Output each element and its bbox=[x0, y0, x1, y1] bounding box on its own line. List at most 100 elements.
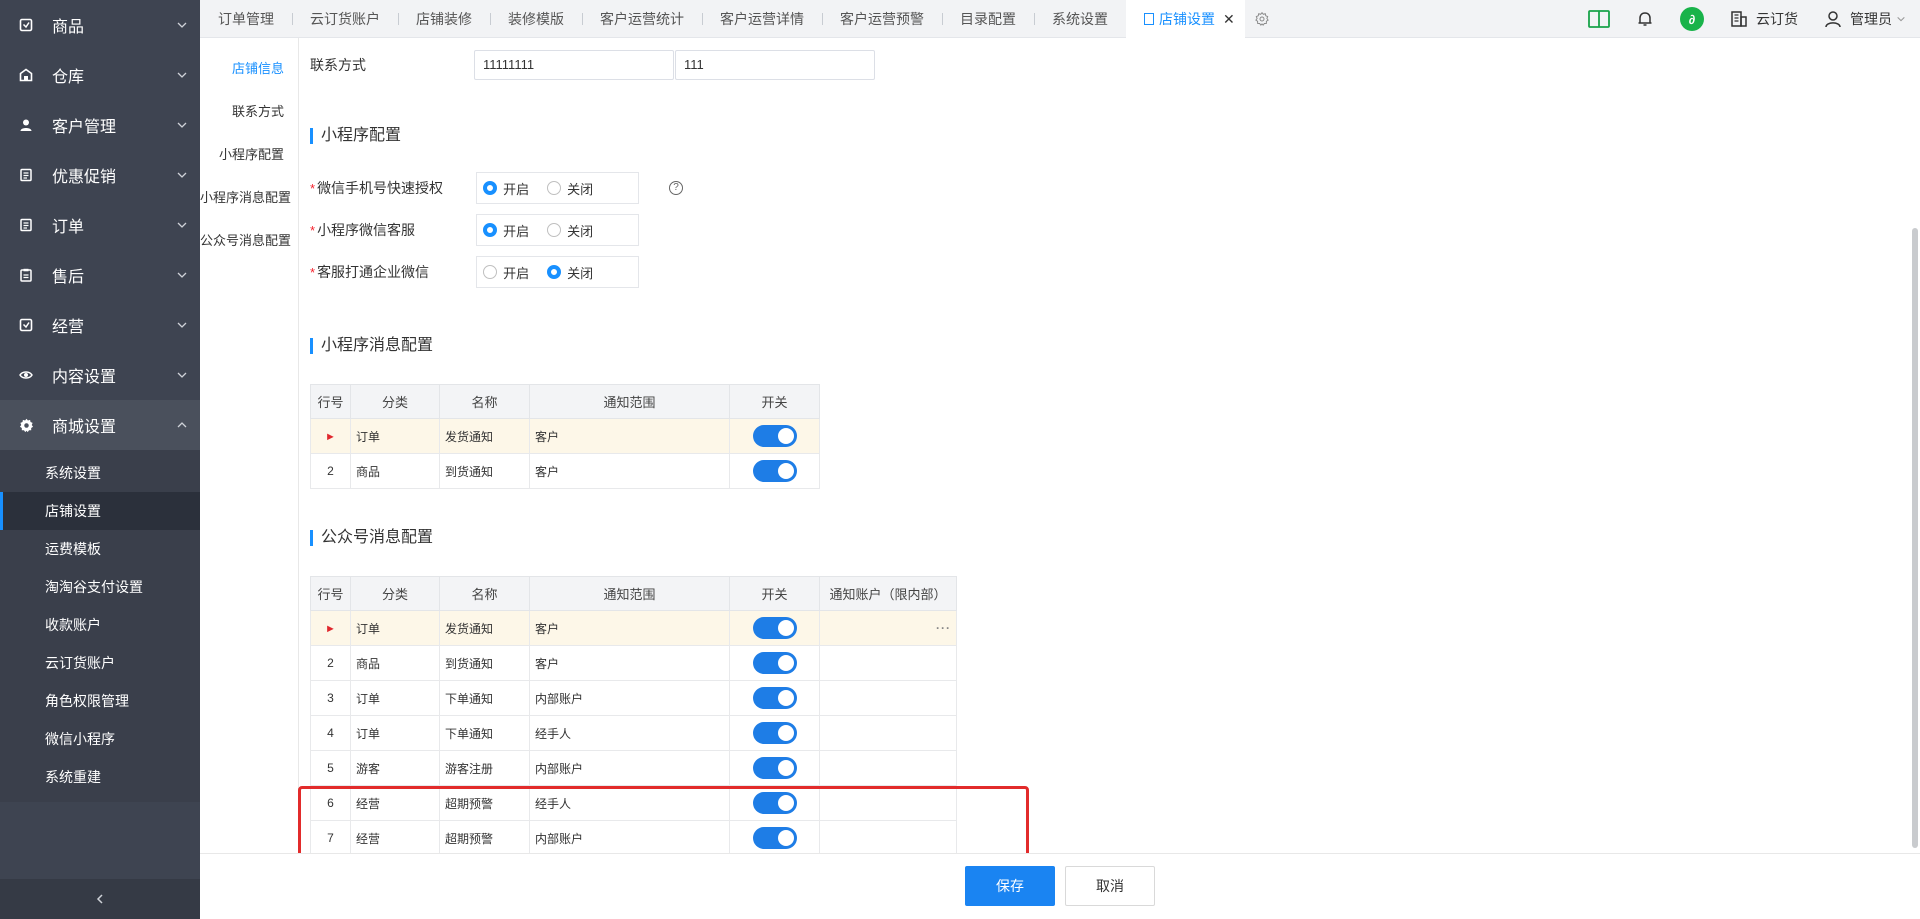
company-switch[interactable]: 云订货 bbox=[1730, 9, 1798, 29]
user-menu[interactable]: 管理员 bbox=[1824, 9, 1906, 29]
radio-off[interactable]: 关闭 bbox=[547, 263, 593, 282]
toggle-switch[interactable] bbox=[752, 687, 797, 709]
tab-system-settings[interactable]: 系统设置 bbox=[1034, 0, 1126, 38]
tab-customer-details[interactable]: 客户运营详情 bbox=[702, 0, 822, 38]
toggle-switch[interactable] bbox=[752, 757, 797, 779]
submenu-item-payment-settings[interactable]: 淘淘谷支付设置 bbox=[0, 568, 200, 606]
building-icon bbox=[1731, 11, 1747, 27]
row-number-cell: ► bbox=[310, 418, 351, 454]
menu-mall-settings[interactable]: 商城设置 bbox=[0, 400, 200, 450]
submenu-item-receiving-account[interactable]: 收款账户 bbox=[0, 606, 200, 644]
submenu-item-cloud-account[interactable]: 云订货账户 bbox=[0, 644, 200, 682]
category-cell: 游客 bbox=[350, 750, 440, 786]
tab-settings-gear-icon[interactable] bbox=[1245, 0, 1279, 38]
miniapp-button[interactable]: ∂ bbox=[1680, 7, 1704, 31]
toggle-switch[interactable] bbox=[752, 425, 797, 447]
table-row[interactable]: 6 经营 超期预警 经手人 bbox=[310, 785, 957, 821]
more-icon[interactable]: ··· bbox=[936, 621, 951, 635]
tab-store-settings[interactable]: 店铺设置 ✕ bbox=[1126, 0, 1245, 38]
menu-orders[interactable]: 订单 bbox=[0, 200, 200, 250]
account-cell[interactable] bbox=[819, 645, 957, 681]
menu-aftersale[interactable]: 售后 bbox=[0, 250, 200, 300]
help-icon[interactable]: ? bbox=[669, 181, 684, 195]
table-row[interactable]: 2 商品 到货通知 客户 bbox=[310, 453, 820, 489]
radio-on[interactable]: 开启 bbox=[483, 179, 529, 198]
menu-warehouse[interactable]: 仓库 bbox=[0, 50, 200, 100]
vertical-scrollbar[interactable] bbox=[1910, 38, 1918, 853]
contact-row: 联系方式 11111111 111 bbox=[310, 50, 875, 80]
tab-decoration-template[interactable]: 装修模版 bbox=[490, 0, 582, 38]
chevron-down-icon bbox=[177, 272, 187, 278]
table-row[interactable]: 7 经营 超期预警 内部账户 bbox=[310, 820, 957, 853]
radio-off[interactable]: 关闭 bbox=[547, 179, 593, 198]
anchor-contact[interactable]: 联系方式 bbox=[200, 103, 298, 146]
radio-on[interactable]: 开启 bbox=[483, 221, 529, 240]
switch-cell bbox=[729, 715, 820, 751]
sidebar-collapse-button[interactable] bbox=[0, 879, 200, 919]
tab-store-decoration[interactable]: 店铺装修 bbox=[398, 0, 490, 38]
submenu-item-system-settings[interactable]: 系统设置 bbox=[0, 454, 200, 492]
table-row[interactable]: 3 订单 下单通知 内部账户 bbox=[310, 680, 957, 716]
table-row[interactable]: 5 游客 游客注册 内部账户 bbox=[310, 750, 957, 786]
table-row[interactable]: 4 订单 下单通知 经手人 bbox=[310, 715, 957, 751]
switch-cell bbox=[729, 453, 820, 489]
cancel-button[interactable]: 取消 bbox=[1065, 866, 1155, 906]
current-row-marker: ► bbox=[325, 431, 336, 443]
toggle-switch[interactable] bbox=[752, 827, 797, 849]
save-button[interactable]: 保存 bbox=[965, 866, 1055, 906]
table-row[interactable]: 2 商品 到货通知 客户 bbox=[310, 645, 957, 681]
row-number-cell: 5 bbox=[310, 750, 351, 786]
toggle-switch[interactable] bbox=[752, 617, 797, 639]
help-book-button[interactable] bbox=[1588, 9, 1610, 29]
account-cell[interactable] bbox=[819, 785, 957, 821]
tab-customer-warning[interactable]: 客户运营预警 bbox=[822, 0, 942, 38]
submenu-item-store-settings[interactable]: 店铺设置 bbox=[0, 492, 200, 530]
account-cell[interactable] bbox=[819, 680, 957, 716]
chevron-down-icon bbox=[177, 72, 187, 78]
radio-on[interactable]: 开启 bbox=[483, 263, 529, 282]
menu-customers[interactable]: 客户管理 bbox=[0, 100, 200, 150]
menu-content[interactable]: 内容设置 bbox=[0, 350, 200, 400]
anchor-miniapp-config[interactable]: 小程序配置 bbox=[200, 146, 298, 189]
menu-operations[interactable]: 经营 bbox=[0, 300, 200, 350]
table-row[interactable]: ► 订单 发货通知 客户 bbox=[310, 418, 820, 454]
tab-customer-stats[interactable]: 客户运营统计 bbox=[582, 0, 702, 38]
submenu-item-system-rebuild[interactable]: 系统重建 bbox=[0, 758, 200, 796]
bell-icon bbox=[1638, 12, 1652, 26]
toggle-switch[interactable] bbox=[752, 722, 797, 744]
scope-cell: 客户 bbox=[529, 453, 730, 489]
tab-order-management[interactable]: 订单管理 bbox=[200, 0, 292, 38]
menu-promotions[interactable]: 优惠促销 bbox=[0, 150, 200, 200]
submenu-item-shipping-template[interactable]: 运费模板 bbox=[0, 530, 200, 568]
account-cell[interactable] bbox=[819, 750, 957, 786]
toggle-switch[interactable] bbox=[752, 652, 797, 674]
radio-off[interactable]: 关闭 bbox=[547, 221, 593, 240]
column-header: 行号 bbox=[310, 384, 351, 419]
submenu-item-wechat-miniapp[interactable]: 微信小程序 bbox=[0, 720, 200, 758]
menu-products[interactable]: 商品 bbox=[0, 0, 200, 50]
scrollbar-thumb[interactable] bbox=[1912, 228, 1918, 848]
toggle-switch[interactable] bbox=[752, 460, 797, 482]
section-title-miniapp-msg: 小程序消息配置 bbox=[310, 338, 433, 354]
notification-button[interactable] bbox=[1636, 10, 1654, 28]
tab-cloud-account[interactable]: 云订货账户 bbox=[292, 0, 398, 38]
toggle-switch[interactable] bbox=[752, 792, 797, 814]
close-icon[interactable]: ✕ bbox=[1223, 11, 1235, 27]
switch-cell bbox=[729, 610, 820, 646]
account-cell[interactable] bbox=[819, 820, 957, 853]
contact-ext-input[interactable]: 111 bbox=[675, 50, 875, 80]
anchor-store-info[interactable]: 店铺信息 bbox=[200, 60, 298, 103]
menu-label: 售后 bbox=[52, 269, 85, 286]
contact-phone-input[interactable]: 11111111 bbox=[474, 50, 674, 80]
scope-cell: 客户 bbox=[529, 610, 730, 646]
anchor-mp-msg[interactable]: 公众号消息配置 bbox=[200, 232, 298, 275]
anchor-miniapp-msg[interactable]: 小程序消息配置 bbox=[200, 189, 298, 232]
tab-catalog-config[interactable]: 目录配置 bbox=[942, 0, 1034, 38]
table-row[interactable]: ► 订单 发货通知 客户 ··· bbox=[310, 610, 957, 646]
box-icon bbox=[18, 17, 34, 33]
column-header: 通知范围 bbox=[529, 576, 730, 611]
account-cell[interactable] bbox=[819, 715, 957, 751]
submenu-item-role-permissions[interactable]: 角色权限管理 bbox=[0, 682, 200, 720]
user-icon bbox=[1825, 11, 1841, 28]
name-cell: 下单通知 bbox=[439, 715, 530, 751]
